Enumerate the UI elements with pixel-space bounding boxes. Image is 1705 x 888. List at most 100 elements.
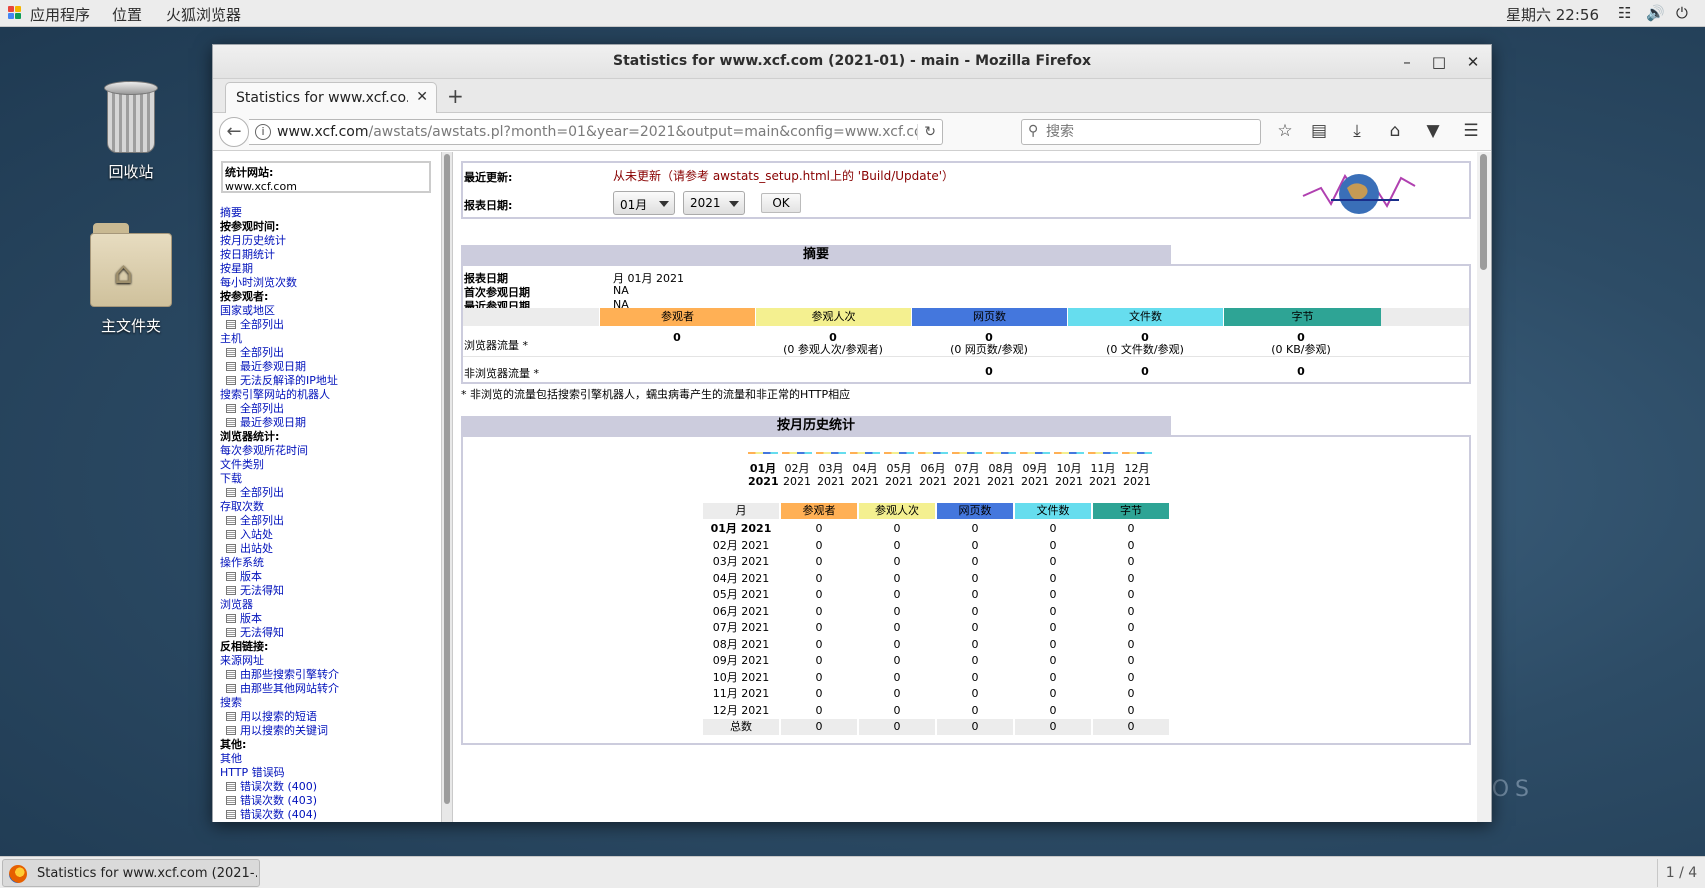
menu-item[interactable]: 每小时浏览次数 [220, 276, 440, 290]
menu-subitem[interactable]: 用以搜索的短语 [220, 710, 440, 724]
menu-item[interactable]: HTTP 错误码 [220, 766, 440, 780]
new-tab-button[interactable]: + [447, 84, 464, 108]
volume-icon[interactable]: 🔊 [1646, 4, 1665, 22]
month-column[interactable]: 07月 2021 [952, 452, 982, 488]
menu-item[interactable]: 摘要 [220, 206, 440, 220]
month-column[interactable]: 10月 2021 [1054, 452, 1084, 488]
minimize-button[interactable]: – [1397, 52, 1417, 72]
menu-subitem[interactable]: 无法得知 [220, 584, 440, 598]
back-button[interactable]: ← [219, 117, 249, 147]
month-column[interactable]: 11月 2021 [1088, 452, 1118, 488]
workspace-pager[interactable]: 1 / 4 [1657, 859, 1705, 887]
browser-menu[interactable]: 火狐浏览器 [166, 4, 241, 25]
monthly-total-cell: 0 [1015, 719, 1091, 735]
menu-subitem[interactable]: 最近参观日期 [220, 360, 440, 374]
month-column-label: 10月 [1056, 462, 1082, 475]
maximize-button[interactable]: □ [1429, 52, 1449, 72]
pocket-icon[interactable]: ▼ [1421, 121, 1445, 141]
menu-subitem[interactable]: 出站处 [220, 542, 440, 556]
clock[interactable]: 星期六 22:56 [1506, 4, 1599, 25]
menu-subitem[interactable]: 由那些搜索引擎转介 [220, 668, 440, 682]
month-column[interactable]: 05月 2021 [884, 452, 914, 488]
url-text[interactable]: www.xcf.com/awstats/awstats.pl?month=01&… [277, 124, 917, 140]
menu-item[interactable]: 存取次数 [220, 500, 440, 514]
search-bar[interactable]: ⚲ [1021, 119, 1261, 145]
menu-item[interactable]: 每次参观所花时间 [220, 444, 440, 458]
left-frame-scrollbar[interactable] [441, 152, 453, 822]
home-folder-desktop-icon[interactable]: ⌂ 主文件夹 [76, 223, 186, 336]
monthly-cell: 0 [971, 571, 979, 585]
taskbar-firefox-item[interactable]: Statistics for www.xcf.com (2021-… [2, 859, 260, 887]
menu-item[interactable]: 搜索 [220, 696, 440, 710]
menu-item[interactable]: 浏览器 [220, 598, 440, 612]
monthly-cell: 0 [971, 538, 979, 552]
month-column[interactable]: 01月 2021 [748, 452, 779, 488]
places-menu[interactable]: 位置 [112, 4, 142, 25]
menu-item[interactable]: 主机 [220, 332, 440, 346]
month-column[interactable]: 08月 2021 [986, 452, 1016, 488]
url-bar[interactable]: i www.xcf.com/awstats/awstats.pl?month=0… [249, 119, 943, 145]
menu-subitem[interactable]: 全部列出 [220, 402, 440, 416]
menu-subitem[interactable]: 最近参观日期 [220, 416, 440, 430]
bookmark-star-icon[interactable]: ☆ [1273, 121, 1297, 141]
month-column[interactable]: 09月 2021 [1020, 452, 1050, 488]
power-icon[interactable]: ⏻ [1676, 4, 1688, 22]
site-box: 统计网站: www.xcf.com [221, 161, 431, 193]
menu-item[interactable]: 搜索引擎网站的机器人 [220, 388, 440, 402]
menu-subitem[interactable]: 版本 [220, 570, 440, 584]
info-icon[interactable]: i [255, 124, 271, 140]
menu-subitem[interactable]: 无法得知 [220, 626, 440, 640]
search-input[interactable] [1046, 123, 1246, 141]
trash-desktop-icon[interactable]: 回收站 [76, 81, 186, 182]
menu-subitem[interactable]: 全部列出 [220, 346, 440, 360]
main-frame-scrollbar[interactable] [1477, 152, 1491, 822]
menu-item[interactable]: 下载 [220, 472, 440, 486]
close-tab-icon[interactable]: ✕ [416, 89, 428, 105]
menu-subitem[interactable]: 错误次数 (403) [220, 794, 440, 808]
download-icon[interactable]: ⤓ [1345, 121, 1369, 141]
menu-item[interactable]: 其他 [220, 752, 440, 766]
tab-statistics[interactable]: Statistics for www.xcf.co... ✕ [225, 82, 437, 114]
menu-icon[interactable]: ☰ [1459, 121, 1483, 141]
menu-subitem[interactable]: 全部列出 [220, 318, 440, 332]
menu-item[interactable]: 文件类别 [220, 458, 440, 472]
month-column[interactable]: 06月 2021 [918, 452, 948, 488]
home-icon[interactable]: ⌂ [1383, 121, 1407, 141]
menu-subitem[interactable]: 错误次数 (400) [220, 780, 440, 794]
browser-subvalue: (0 参观人次/参观者) [783, 343, 883, 356]
monthly-cell: 0 [893, 522, 901, 535]
menu-subitem[interactable]: 错误次数 (404) [220, 808, 440, 822]
month-column[interactable]: 12月 2021 [1122, 452, 1152, 488]
menu-subitem[interactable]: 入站处 [220, 528, 440, 542]
network-icon[interactable]: ☷ [1618, 4, 1631, 22]
applications-menu[interactable]: 应用程序 [30, 4, 90, 25]
window-titlebar[interactable]: Statistics for www.xcf.com (2021-01) - m… [213, 45, 1491, 79]
monthly-cell: 0 [893, 621, 901, 634]
menu-item[interactable]: 操作系统 [220, 556, 440, 570]
menu-subitem[interactable]: 用以搜索的关键词 [220, 724, 440, 738]
month-column[interactable]: 02月 2021 [782, 452, 812, 488]
menu-item[interactable]: 按星期 [220, 262, 440, 276]
month-column[interactable]: 04月 2021 [850, 452, 880, 488]
menu-subitem[interactable]: 版本 [220, 612, 440, 626]
month-select[interactable]: 01月 [613, 191, 675, 215]
summary-divider [463, 356, 1469, 357]
menu-item[interactable]: 按日期统计 [220, 248, 440, 262]
reload-icon[interactable]: ↻ [917, 124, 936, 140]
month-column-year: 2021 [1021, 475, 1049, 488]
year-select[interactable]: 2021 [683, 191, 745, 215]
menu-subitem[interactable]: 无法反解译的IP地址 [220, 374, 440, 388]
ok-button[interactable]: OK [761, 193, 801, 213]
monthly-cell: 0 [1049, 555, 1057, 568]
month-column[interactable]: 03月 2021 [816, 452, 846, 488]
month-bar [986, 452, 1016, 454]
menu-item[interactable]: 来源网址 [220, 654, 440, 668]
menu-subitem[interactable]: 全部列出 [220, 486, 440, 500]
monthly-cell: 12月 2021 [712, 703, 770, 717]
close-window-button[interactable]: ✕ [1463, 52, 1483, 72]
menu-subitem[interactable]: 全部列出 [220, 514, 440, 528]
menu-item[interactable]: 按月历史统计 [220, 234, 440, 248]
menu-subitem[interactable]: 由那些其他网站转介 [220, 682, 440, 696]
menu-item[interactable]: 国家或地区 [220, 304, 440, 318]
reading-list-icon[interactable]: ▤ [1307, 121, 1331, 141]
